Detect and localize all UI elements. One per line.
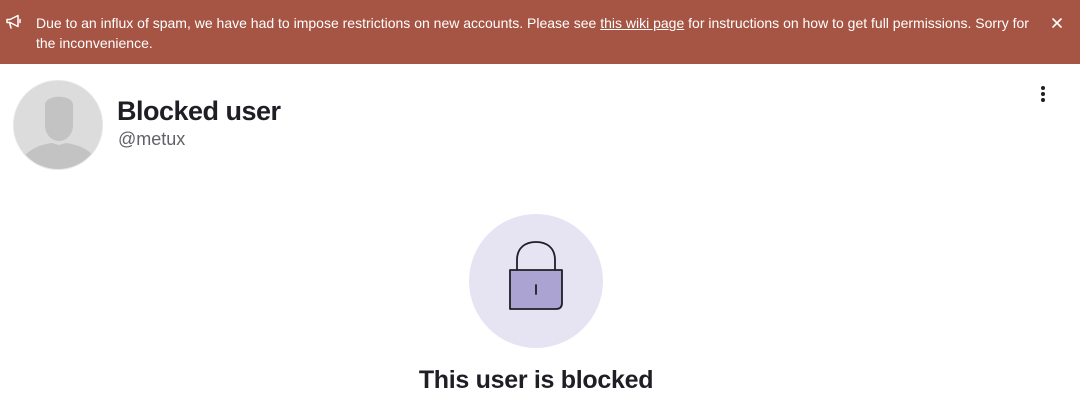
banner-message: Due to an influx of spam, we have had to… — [36, 13, 1036, 53]
lock-icon — [509, 241, 563, 310]
close-icon[interactable] — [1049, 15, 1065, 31]
avatar — [13, 80, 103, 170]
banner-text-before: Due to an influx of spam, we have had to… — [36, 15, 601, 31]
announcement-banner: Due to an influx of spam, we have had to… — [0, 0, 1080, 64]
blocked-illustration — [469, 214, 603, 348]
username: @metux — [118, 129, 186, 149]
megaphone-icon — [5, 13, 23, 31]
blocked-title: This user is blocked — [418, 366, 654, 394]
wiki-page-link[interactable]: this wiki page — [600, 15, 684, 31]
display-name: Blocked user — [117, 96, 281, 126]
default-avatar-icon — [14, 81, 102, 169]
kebab-menu-icon[interactable] — [1033, 84, 1053, 106]
